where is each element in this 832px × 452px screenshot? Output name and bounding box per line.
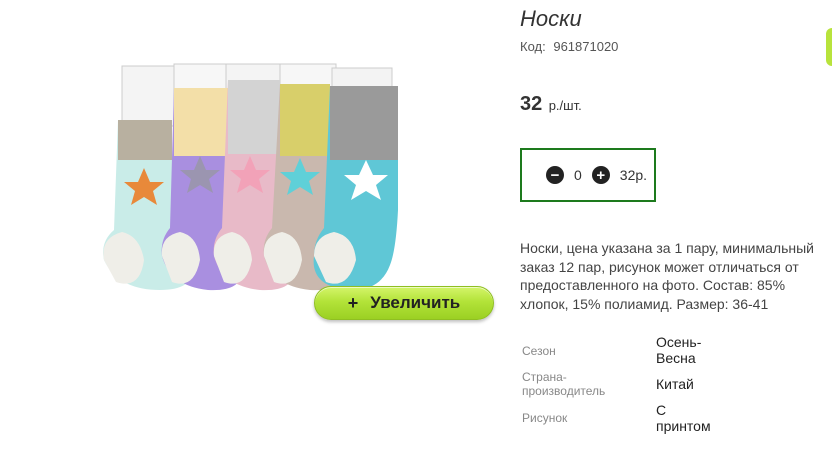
quantity-sum: 32р. <box>619 167 648 183</box>
country-key-line-1: Страна- <box>522 370 567 384</box>
product-description: Носки, цена указана за 1 пару, минимальн… <box>520 240 814 312</box>
property-key-country: Страна- производитель <box>522 370 605 398</box>
plus-circle-icon[interactable]: + <box>591 166 610 184</box>
zoom-button[interactable]: + Увеличить <box>314 286 494 320</box>
property-value-pattern: С принтом <box>656 402 711 434</box>
pattern-line-2: принтом <box>656 418 711 434</box>
product-image[interactable] <box>100 60 412 300</box>
season-line-1: Осень- <box>656 334 702 350</box>
property-key-season: Сезон <box>522 344 556 358</box>
product-title: Носки <box>520 6 582 31</box>
pattern-line-1: С <box>656 402 667 418</box>
quantity-stepper: − 0 + 32р. <box>520 148 656 202</box>
price-unit: р./шт. <box>548 98 582 113</box>
price-value: 32 <box>520 93 543 115</box>
minus-icon[interactable]: − <box>546 166 564 184</box>
product-price: 32 р./шт. <box>520 93 582 116</box>
zoom-button-label: Увеличить <box>370 293 461 312</box>
socks-illustration <box>103 63 398 291</box>
season-line-2: Весна <box>656 350 696 366</box>
side-tab[interactable] <box>826 28 832 66</box>
property-value-season: Осень- Весна <box>656 334 701 366</box>
code-label: Код: <box>520 39 546 54</box>
property-key-pattern: Рисунок <box>522 411 568 425</box>
property-value-country: Китай <box>656 376 694 392</box>
product-code: Код: 961871020 <box>520 39 618 54</box>
code-value: 961871020 <box>553 39 619 54</box>
quantity-value: 0 <box>574 167 582 183</box>
country-key-line-2: производитель <box>522 384 606 398</box>
plus-icon: + <box>347 292 359 313</box>
